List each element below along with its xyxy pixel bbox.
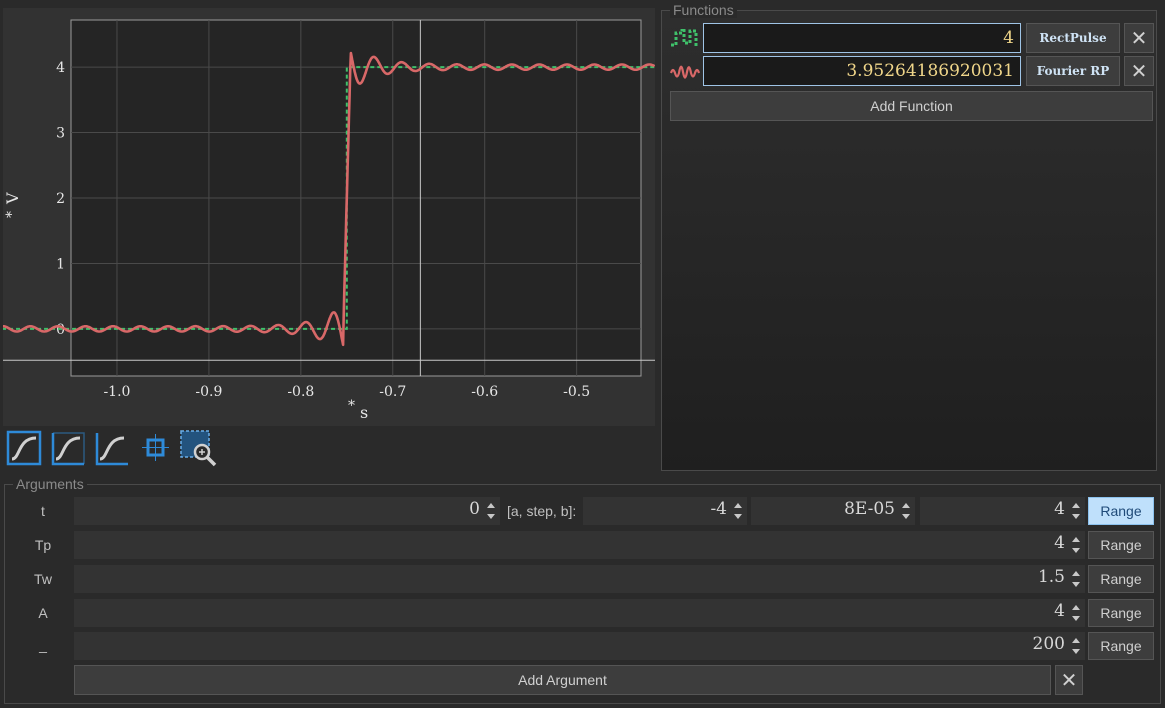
function-row: 3.95264186920031 Fourier RP ✕ — [670, 56, 1156, 86]
argument-value-input[interactable]: 200 — [74, 632, 1085, 660]
curve-fit-icon — [6, 430, 42, 466]
range-step-input[interactable]: 8E-05 — [751, 497, 915, 525]
remove-function-button[interactable]: ✕ — [1124, 23, 1154, 53]
spin-arrows-icon[interactable] — [1072, 501, 1080, 521]
argument-value-input[interactable]: 1.5 — [74, 565, 1085, 593]
pulse-dashed-icon — [671, 29, 698, 47]
spin-arrows-icon[interactable] — [1072, 569, 1080, 589]
y-unit-prefix: * — [4, 211, 20, 218]
spin-arrows-icon[interactable] — [902, 501, 910, 521]
argument-value-input[interactable]: 4 — [74, 599, 1085, 627]
argument-value: 4 — [1054, 533, 1065, 553]
plot-panel[interactable]: -1.0 -0.9 -0.8 -0.7 -0.6 -0.5 0 1 2 3 4 * s * V — [3, 8, 655, 426]
function-name-button[interactable]: Fourier RP — [1026, 56, 1120, 86]
crosshair-icon — [142, 434, 169, 461]
functions-title: Functions — [670, 2, 737, 18]
curve-fit-x-button[interactable] — [50, 430, 86, 466]
y-tick-label: 4 — [56, 60, 65, 76]
range-b-input[interactable]: 4 — [920, 497, 1085, 525]
spin-arrows-icon[interactable] — [487, 501, 495, 521]
x-tick-label: -0.6 — [471, 384, 498, 400]
x-unit-prefix: * — [348, 398, 355, 414]
range-button-tw[interactable]: Range — [1088, 565, 1154, 593]
argument-value-input[interactable]: 0 — [74, 497, 500, 525]
crosshair-button[interactable] — [138, 430, 174, 466]
function-row: 4 RectPulse ✕ — [670, 23, 1156, 53]
close-icon: ✕ — [1130, 59, 1148, 83]
argument-value: 200 — [1032, 634, 1065, 654]
y-tick-label: 1 — [56, 256, 65, 272]
spin-arrows-icon[interactable] — [1072, 636, 1080, 656]
add-function-button[interactable]: Add Function — [670, 91, 1153, 121]
range-button-tp[interactable]: Range — [1088, 531, 1154, 559]
y-tick-label: 3 — [56, 126, 65, 142]
remove-argument-button[interactable]: ✕ — [1055, 665, 1083, 695]
argument-value-input[interactable]: 4 — [74, 531, 1085, 559]
curve-fit-y-icon — [95, 433, 128, 466]
x-tick-label: -0.8 — [287, 384, 314, 400]
range-button-t[interactable]: Range — [1088, 497, 1154, 525]
function-value-field[interactable]: 4 — [703, 23, 1021, 53]
y-axis-unit: V — [3, 192, 22, 205]
wave-icon — [670, 65, 700, 79]
arguments-group: Arguments t 0 [a, step, b]: -4 8E-05 4 R… — [4, 476, 1161, 704]
y-tick-label: 2 — [56, 191, 65, 207]
range-b-value: 4 — [1054, 499, 1065, 519]
close-icon: ✕ — [1130, 26, 1148, 50]
range-step-value: 8E-05 — [844, 499, 895, 519]
curve-fit-button[interactable] — [6, 430, 42, 466]
function-value-field[interactable]: 3.95264186920031 — [703, 56, 1021, 86]
curve-fit-y-button[interactable] — [94, 430, 130, 466]
function-name-button[interactable]: RectPulse — [1026, 23, 1120, 53]
range-button-a[interactable]: Range — [1088, 599, 1154, 627]
spin-arrows-icon[interactable] — [734, 501, 742, 521]
argument-value: 4 — [1054, 601, 1065, 621]
functions-group: Functions 4 RectPulse ✕ 3.95264186920031… — [661, 2, 1157, 471]
spin-arrows-icon[interactable] — [1072, 603, 1080, 623]
zoom-region-icon — [180, 430, 217, 467]
argument-name: Tp — [34, 537, 52, 553]
range-button-underscore[interactable]: Range — [1088, 632, 1154, 660]
zoom-region-button[interactable] — [180, 430, 217, 467]
argument-value: 0 — [469, 499, 480, 519]
arguments-title: Arguments — [13, 476, 87, 492]
x-tick-label: -0.7 — [379, 384, 406, 400]
x-axis-unit: s — [360, 403, 368, 422]
argument-value: 1.5 — [1037, 567, 1065, 587]
x-tick-label: -1.0 — [103, 384, 130, 400]
plot-canvas[interactable]: -1.0 -0.9 -0.8 -0.7 -0.6 -0.501234* s*V — [3, 8, 655, 426]
argument-name: A — [38, 605, 48, 621]
x-tick-label: -0.9 — [195, 384, 222, 400]
curve-fit-x-icon — [51, 432, 85, 466]
argument-name: Tw — [34, 571, 52, 587]
argument-name: t — [41, 503, 45, 519]
add-argument-button[interactable]: Add Argument — [74, 665, 1051, 695]
close-icon: ✕ — [1060, 668, 1078, 692]
range-step-label: [a, step, b]: — [507, 503, 577, 519]
x-tick-label: -0.5 — [563, 384, 590, 400]
argument-name: _ — [39, 637, 47, 653]
spin-arrows-icon[interactable] — [1072, 535, 1080, 555]
range-a-input[interactable]: -4 — [583, 497, 747, 525]
remove-function-button[interactable]: ✕ — [1124, 56, 1154, 86]
range-a-value: -4 — [710, 499, 727, 519]
